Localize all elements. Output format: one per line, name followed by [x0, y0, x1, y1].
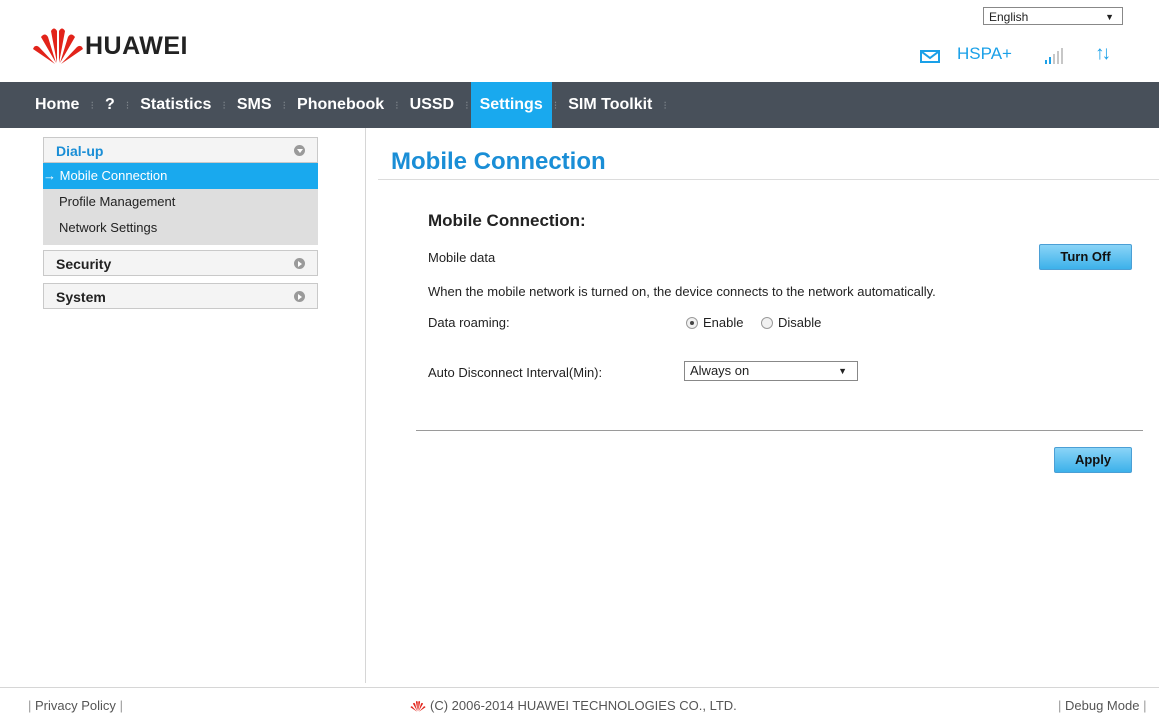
- form-divider: [416, 430, 1143, 431]
- signal-bar: [1053, 54, 1055, 64]
- nav-settings[interactable]: Settings: [470, 82, 552, 128]
- auto-disconnect-label: Auto Disconnect Interval(Min):: [428, 365, 603, 380]
- language-value: English: [989, 10, 1029, 24]
- apply-button[interactable]: Apply: [1054, 447, 1132, 473]
- nav-separator: ⁝: [395, 99, 399, 112]
- nav-statistics[interactable]: Statistics: [131, 82, 220, 128]
- debug-mode-link[interactable]: Debug Mode: [1065, 698, 1139, 713]
- footer-divider: [0, 687, 1159, 688]
- arrow-right-icon: →: [43, 168, 56, 183]
- nav-sim-toolkit[interactable]: SIM Toolkit: [559, 82, 661, 128]
- nav-help[interactable]: ?: [96, 82, 124, 128]
- nav-separator: ⁝: [553, 99, 558, 112]
- nav-list: Home ⁝ ? ⁝ Statistics ⁝ SMS ⁝ Phonebook …: [26, 82, 669, 128]
- content-divider: [365, 128, 366, 683]
- auto-disconnect-value: Always on: [690, 363, 750, 378]
- sidebar-group-label: Security: [56, 256, 112, 272]
- footer-right: | Debug Mode |: [1058, 698, 1147, 713]
- nav-ussd[interactable]: USSD: [401, 82, 463, 128]
- sidebar-item-profile-management[interactable]: Profile Management: [43, 189, 318, 215]
- auto-disconnect-select[interactable]: Always on ▼: [684, 361, 858, 381]
- envelope-flap-icon: [922, 52, 938, 60]
- roaming-enable-label: Enable: [703, 315, 744, 330]
- chevron-down-icon: [294, 145, 305, 156]
- sidebar-group-security[interactable]: Security: [43, 250, 318, 276]
- mail-icon[interactable]: [920, 50, 940, 63]
- signal-bar: [1045, 60, 1047, 64]
- signal-strength-icon: [1045, 48, 1063, 64]
- mobile-data-label: Mobile data: [428, 250, 496, 265]
- nav-separator: ⁝: [663, 99, 667, 112]
- nav-separator: ⁝: [222, 99, 226, 112]
- page-title: Mobile Connection: [391, 148, 606, 175]
- nav-separator: ⁝: [465, 99, 469, 112]
- huawei-logo-icon: [33, 28, 83, 64]
- huawei-small-logo-icon: [410, 700, 426, 712]
- copyright-text: (C) 2006-2014 HUAWEI TECHNOLOGIES CO., L…: [430, 698, 737, 713]
- sidebar: Dial-up → Mobile Connection Profile Mana…: [43, 137, 318, 309]
- main-nav: Home ⁝ ? ⁝ Statistics ⁝ SMS ⁝ Phonebook …: [0, 82, 1159, 128]
- radio-checked-icon: [686, 316, 698, 329]
- chevron-down-icon: ▼: [838, 366, 847, 376]
- nav-home[interactable]: Home: [26, 82, 88, 128]
- chevron-right-icon: [294, 291, 305, 302]
- chevron-down-icon: ▼: [1105, 12, 1114, 22]
- signal-bar: [1057, 51, 1059, 64]
- sidebar-group-label: Dial-up: [56, 143, 104, 159]
- footer-copyright: (C) 2006-2014 HUAWEI TECHNOLOGIES CO., L…: [409, 698, 737, 713]
- network-type: HSPA+: [957, 44, 1012, 63]
- signal-bar: [1049, 57, 1051, 64]
- privacy-policy-link[interactable]: Privacy Policy: [35, 698, 116, 713]
- language-select[interactable]: English ▼: [983, 7, 1123, 25]
- footer-left: | Privacy Policy |: [28, 698, 123, 713]
- sidebar-item-label: Mobile Connection: [59, 168, 168, 183]
- nav-separator: ⁝: [125, 99, 130, 112]
- sidebar-item-network-settings[interactable]: Network Settings: [43, 215, 318, 241]
- nav-sms[interactable]: SMS: [228, 82, 281, 128]
- sidebar-item-mobile-connection[interactable]: → Mobile Connection: [43, 163, 318, 189]
- info-text: When the mobile network is turned on, th…: [428, 284, 936, 299]
- brand-name: HUAWEI: [85, 32, 188, 60]
- nav-phonebook[interactable]: Phonebook: [288, 82, 393, 128]
- roaming-label: Data roaming:: [428, 315, 510, 330]
- radio-unchecked-icon: [761, 316, 773, 329]
- sidebar-submenu-dialup: → Mobile Connection Profile Management N…: [43, 163, 318, 245]
- chevron-right-icon: [294, 258, 305, 269]
- title-divider: [378, 179, 1159, 180]
- turn-off-button[interactable]: Turn Off: [1039, 244, 1132, 270]
- signal-bar: [1061, 48, 1063, 64]
- nav-separator: ⁝: [90, 99, 94, 112]
- section-title: Mobile Connection:: [428, 211, 586, 230]
- roaming-enable-radio[interactable]: Enable: [686, 315, 743, 330]
- nav-separator: ⁝: [282, 99, 287, 112]
- roaming-disable-label: Disable: [778, 315, 822, 330]
- data-transfer-icon: ↑↓: [1095, 43, 1111, 64]
- roaming-disable-radio[interactable]: Disable: [761, 315, 821, 330]
- sidebar-group-system[interactable]: System: [43, 283, 318, 309]
- sidebar-group-label: System: [56, 289, 106, 305]
- top-header: English ▼ HUAWEI HSPA+ ↑↓: [0, 0, 1159, 82]
- sidebar-group-dialup[interactable]: Dial-up: [43, 137, 318, 163]
